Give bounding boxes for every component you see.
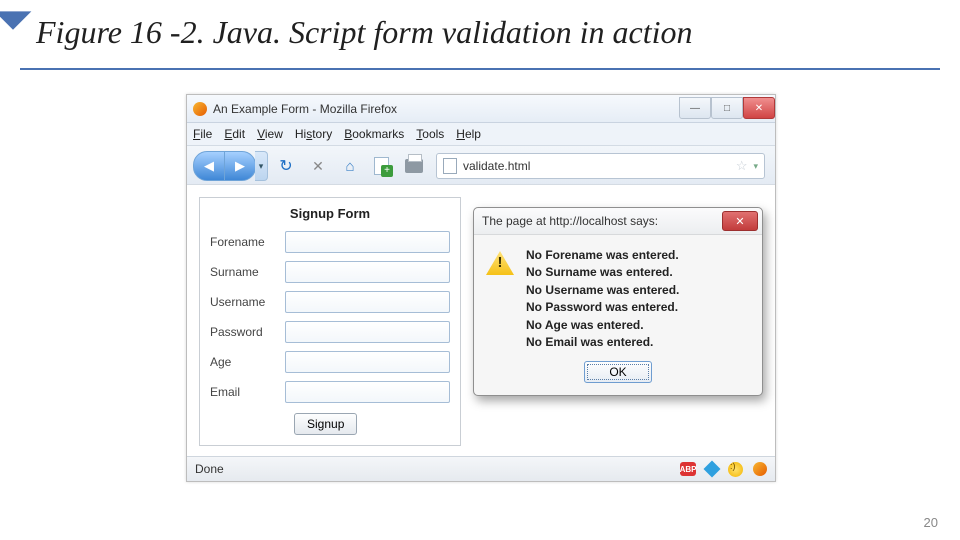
- extension-icon[interactable]: [704, 461, 721, 478]
- bookmark-star-icon[interactable]: ☆: [736, 158, 748, 174]
- form-title: Signup Form: [200, 198, 460, 227]
- window-buttons: — □ ✕: [679, 95, 775, 117]
- label-surname: Surname: [210, 265, 279, 279]
- input-surname[interactable]: [285, 261, 450, 283]
- page-content: Signup Form Forename Surname Username Pa…: [187, 184, 775, 457]
- stop-icon[interactable]: ✕: [307, 155, 329, 177]
- window-title: An Example Form - Mozilla Firefox: [213, 102, 397, 116]
- label-email: Email: [210, 385, 279, 399]
- menu-edit[interactable]: Edit: [224, 127, 245, 141]
- nav-cluster: ◀ ▶ ▾: [193, 151, 268, 181]
- title-rule: [20, 68, 940, 70]
- alert-msg: No Username was entered.: [526, 282, 750, 299]
- label-age: Age: [210, 355, 279, 369]
- alert-titlebar: The page at http://localhost says: ✕: [474, 208, 762, 235]
- url-dropdown-icon[interactable]: ▾: [753, 161, 758, 172]
- alert-messages: No Forename was entered. No Surname was …: [526, 247, 750, 351]
- alert-ok-button[interactable]: OK: [584, 361, 651, 383]
- input-email[interactable]: [285, 381, 450, 403]
- alert-msg: No Password was entered.: [526, 299, 750, 316]
- slide-accent: [0, 0, 31, 30]
- new-tab-icon[interactable]: +: [371, 155, 393, 177]
- label-forename: Forename: [210, 235, 279, 249]
- alert-msg: No Surname was entered.: [526, 264, 750, 281]
- close-button[interactable]: ✕: [743, 97, 775, 119]
- warning-icon: [486, 251, 514, 275]
- reload-icon[interactable]: ↻: [275, 155, 297, 177]
- signup-form: Signup Form Forename Surname Username Pa…: [199, 197, 461, 446]
- signup-button[interactable]: Signup: [294, 413, 357, 435]
- label-password: Password: [210, 325, 279, 339]
- status-bar: Done ABP: [187, 456, 775, 481]
- alert-msg: No Forename was entered.: [526, 247, 750, 264]
- menu-bar: File Edit View History Bookmarks Tools H…: [187, 123, 775, 146]
- alert-msg: No Age was entered.: [526, 317, 750, 334]
- input-username[interactable]: [285, 291, 450, 313]
- slide-title: Figure 16 -2. Java. Script form validati…: [36, 14, 693, 51]
- menu-help[interactable]: Help: [456, 127, 481, 141]
- maximize-button[interactable]: □: [711, 97, 743, 119]
- alert-dialog: The page at http://localhost says: ✕ No …: [473, 207, 763, 396]
- input-forename[interactable]: [285, 231, 450, 253]
- firefox-icon: [193, 102, 207, 116]
- nav-history-dropdown[interactable]: ▾: [255, 151, 268, 181]
- url-text: validate.html: [463, 159, 530, 173]
- address-bar[interactable]: validate.html ☆ ▾: [436, 153, 765, 179]
- label-username: Username: [210, 295, 279, 309]
- menu-view[interactable]: View: [257, 127, 283, 141]
- smiley-icon[interactable]: [728, 462, 743, 477]
- window-titlebar: An Example Form - Mozilla Firefox — □ ✕: [187, 95, 775, 123]
- adblock-icon[interactable]: ABP: [680, 462, 696, 476]
- firefox-status-icon[interactable]: [753, 462, 767, 476]
- menu-history[interactable]: History: [295, 127, 332, 141]
- page-icon: [443, 158, 457, 174]
- nav-toolbar: ◀ ▶ ▾ ↻ ✕ ⌂ + validate.html ☆ ▾: [187, 146, 775, 187]
- back-button[interactable]: ◀: [193, 151, 225, 181]
- menu-file[interactable]: File: [193, 127, 212, 141]
- print-icon[interactable]: [403, 155, 425, 177]
- alert-msg: No Email was entered.: [526, 334, 750, 351]
- menu-bookmarks[interactable]: Bookmarks: [344, 127, 404, 141]
- browser-window: An Example Form - Mozilla Firefox — □ ✕ …: [186, 94, 776, 482]
- menu-tools[interactable]: Tools: [416, 127, 444, 141]
- status-text: Done: [195, 462, 224, 476]
- page-number: 20: [924, 515, 938, 530]
- minimize-button[interactable]: —: [679, 97, 711, 119]
- alert-close-button[interactable]: ✕: [722, 211, 758, 231]
- home-icon[interactable]: ⌂: [339, 155, 361, 177]
- input-age[interactable]: [285, 351, 450, 373]
- alert-title: The page at http://localhost says:: [482, 214, 658, 228]
- input-password[interactable]: [285, 321, 450, 343]
- forward-button[interactable]: ▶: [224, 151, 256, 181]
